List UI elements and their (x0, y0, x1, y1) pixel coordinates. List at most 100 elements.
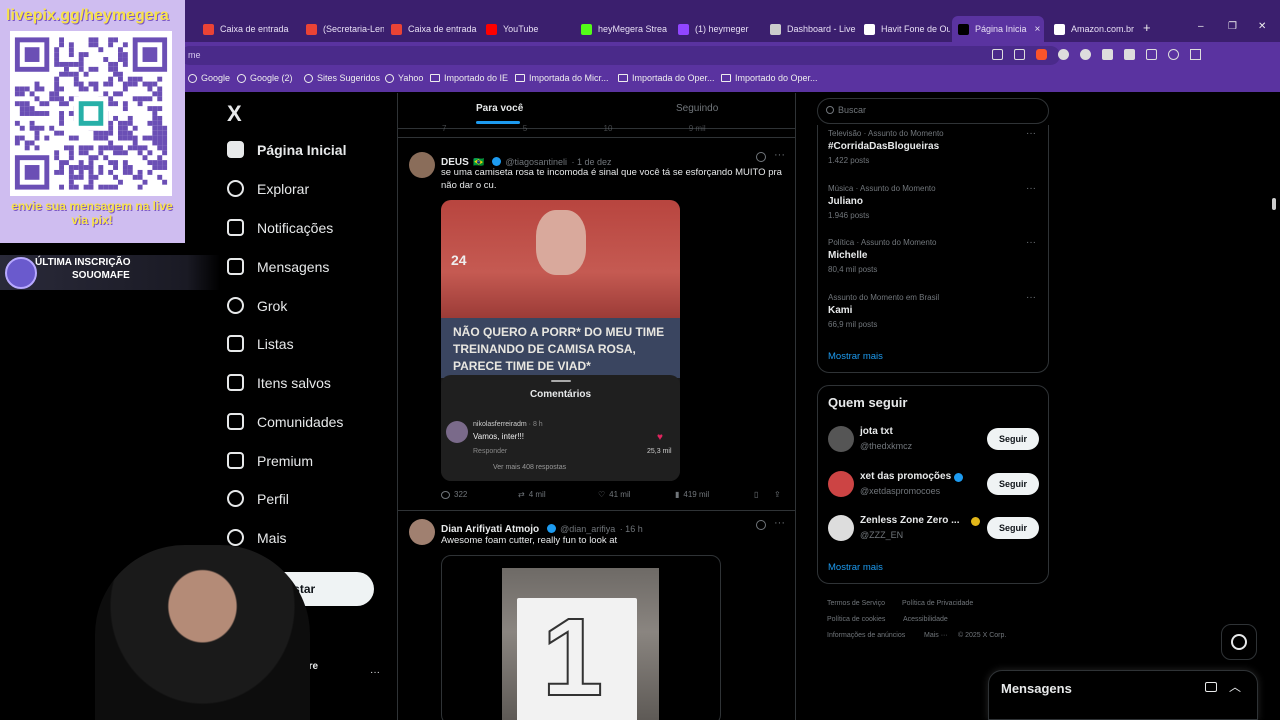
sidebar-item-1[interactable]: Página Inicial (227, 141, 346, 158)
sidebar-item-2[interactable]: Explorar (227, 180, 309, 197)
menu-icon[interactable] (1190, 49, 1201, 60)
new-message-icon[interactable] (1205, 682, 1217, 692)
tweet-media[interactable]: 1 (441, 555, 721, 720)
trend-name[interactable]: Juliano (828, 196, 863, 207)
address-input[interactable]: me (180, 46, 1060, 65)
avatar[interactable] (409, 152, 435, 178)
footer-cookies[interactable]: Política de cookies (827, 616, 885, 623)
grok-button[interactable] (1221, 624, 1257, 660)
browser-tab[interactable]: Amazon.com.br (1048, 16, 1140, 42)
browser-tab[interactable]: YouTube (480, 16, 574, 42)
avatar[interactable] (828, 471, 854, 497)
reply-action[interactable]: 322 (441, 490, 467, 499)
trend-name[interactable]: Kami (828, 305, 852, 316)
follow-button[interactable]: Seguir (987, 428, 1039, 450)
follow-show-more[interactable]: Mostrar mais (828, 562, 883, 573)
sidebar-item-6[interactable]: Listas (227, 335, 294, 352)
follow-suggestion-name[interactable]: jota txt (860, 426, 893, 437)
scrollbar[interactable] (1268, 93, 1280, 720)
browser-tab[interactable]: (Secretaria-Lenin (300, 16, 384, 42)
tab-following[interactable]: Seguindo (676, 103, 718, 114)
trend-more-icon[interactable]: ··· (1026, 128, 1036, 139)
x-logo[interactable]: X (227, 101, 242, 127)
bookmark-icon[interactable]: ▯ (754, 490, 758, 499)
bookmark-item[interactable]: Google (188, 73, 230, 83)
avatar[interactable] (409, 519, 435, 545)
follow-suggestion-name[interactable]: xet das promoções (860, 471, 951, 482)
brave-shield-icon[interactable] (1036, 49, 1047, 60)
bookmark-item[interactable]: Importada do Oper... (618, 73, 715, 83)
browser-tab[interactable]: Havit Fone de Ou (858, 16, 950, 42)
sidebar-item-10[interactable]: Perfil (227, 490, 289, 507)
sidebar-item-3[interactable]: Notificações (227, 219, 333, 236)
tweet-author-handle[interactable]: @dian_arifiya (560, 524, 615, 534)
tweet-media[interactable]: 24 NÃO QUERO A PORR* DO MEU TIME TREINAN… (441, 200, 680, 481)
sidebar-item-4[interactable]: Mensagens (227, 258, 329, 275)
bookmark-item[interactable]: Importado do Oper... (721, 73, 818, 83)
account-menu-icon[interactable]: ··· (370, 667, 380, 678)
wallet-icon[interactable] (1146, 49, 1157, 60)
sidebar-item-9[interactable]: Premium (227, 452, 313, 469)
follow-button[interactable]: Seguir (987, 473, 1039, 495)
tab-for-you[interactable]: Para você (476, 103, 523, 114)
bookmark-item[interactable]: Yahoo (385, 73, 423, 83)
bookmark-item[interactable]: Google (2) (237, 73, 293, 83)
extension-icon[interactable] (1102, 49, 1113, 60)
browser-tab[interactable]: Caixa de entrada (197, 16, 297, 42)
avatar[interactable] (828, 515, 854, 541)
follow-suggestion-name[interactable]: Zenless Zone Zero ... (860, 515, 959, 526)
share-icon[interactable] (1014, 49, 1025, 60)
view-count[interactable]: 9 mil (689, 124, 706, 133)
search-input[interactable]: Buscar (817, 98, 1049, 124)
avatar[interactable] (828, 426, 854, 452)
vpn-icon[interactable] (1168, 49, 1179, 60)
browser-tab[interactable]: Caixa de entrada (385, 16, 479, 42)
trend-name[interactable]: Michelle (828, 250, 867, 261)
browser-tab[interactable]: Dashboard - Live (764, 16, 856, 42)
puzzle-icon[interactable] (1124, 49, 1135, 60)
tweet-time[interactable]: · 16 h (620, 524, 643, 534)
bookmark-item[interactable]: Importada do Micr... (515, 73, 609, 83)
window-minimize-button[interactable]: – (1198, 21, 1204, 32)
like-count[interactable]: 10 (604, 124, 613, 133)
bookmark-item[interactable]: Importado do IE (430, 73, 508, 83)
like-action[interactable]: ♡ 41 mil (598, 490, 631, 499)
tweet-more-icon[interactable]: ··· (774, 149, 785, 161)
tab-close-icon[interactable]: × (1035, 24, 1041, 35)
extension-icon[interactable] (1058, 49, 1069, 60)
footer-ads-info[interactable]: Informações de anúncios (827, 632, 905, 639)
footer-privacy[interactable]: Política de Privacidade (902, 600, 973, 607)
messages-drawer[interactable]: Mensagens ︿ (988, 670, 1258, 720)
sidebar-item-11[interactable]: Mais (227, 529, 287, 546)
scrollbar-thumb[interactable] (1272, 198, 1276, 210)
browser-tab[interactable]: heyMegera Strea (575, 16, 671, 42)
tweet-more-icon[interactable]: ··· (774, 517, 785, 529)
bookmark-item[interactable]: Sites Sugeridos (304, 73, 380, 83)
trends-show-more[interactable]: Mostrar mais (828, 351, 883, 362)
window-close-button[interactable]: ✕ (1258, 21, 1266, 32)
trend-more-icon[interactable]: ··· (1026, 292, 1036, 303)
share-icon[interactable]: ⇪ (774, 490, 781, 499)
grok-icon[interactable] (756, 152, 766, 162)
reply-count[interactable]: 7 (442, 124, 446, 133)
repost-action[interactable]: ⇄ 4 mil (518, 490, 546, 499)
cast-icon[interactable] (992, 49, 1003, 60)
window-maximize-button[interactable]: ❐ (1228, 21, 1237, 32)
sidebar-item-5[interactable]: Grok (227, 297, 287, 314)
sidebar-item-8[interactable]: Comunidades (227, 413, 343, 430)
trend-more-icon[interactable]: ··· (1026, 183, 1036, 194)
follow-button[interactable]: Seguir (987, 517, 1039, 539)
footer-terms[interactable]: Termos de Serviço (827, 600, 885, 607)
footer-more[interactable]: Mais ··· (924, 632, 948, 639)
trend-name[interactable]: #CorridaDasBlogueiras (828, 141, 939, 152)
trend-more-icon[interactable]: ··· (1026, 237, 1036, 248)
extension-icon[interactable] (1080, 49, 1091, 60)
sidebar-item-7[interactable]: Itens salvos (227, 374, 331, 391)
footer-accessibility[interactable]: Acessibilidade (903, 616, 948, 623)
grok-icon[interactable] (756, 520, 766, 530)
repost-count[interactable]: 5 (523, 124, 527, 133)
chevron-up-icon[interactable]: ︿ (1229, 678, 1241, 695)
new-tab-button[interactable]: + (1143, 20, 1151, 35)
views-action[interactable]: ▮ 419 mil (675, 490, 709, 499)
browser-tab[interactable]: Página Inicia × (952, 16, 1044, 42)
